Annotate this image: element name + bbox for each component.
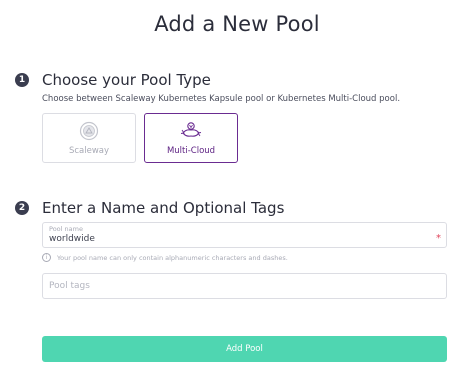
step-title: Enter a Name and Optional Tags bbox=[42, 199, 285, 217]
scaleway-icon bbox=[78, 120, 100, 142]
step-1-header: 1 Choose your Pool Type bbox=[15, 71, 211, 89]
option-label: Scaleway bbox=[68, 146, 110, 156]
option-label: Multi-Cloud bbox=[166, 146, 216, 156]
multi-cloud-icon bbox=[180, 120, 202, 142]
pool-tags-field[interactable] bbox=[42, 273, 447, 299]
pool-name-field[interactable]: Pool name * bbox=[42, 222, 447, 248]
step-title: Choose your Pool Type bbox=[42, 71, 211, 89]
step-number-badge: 2 bbox=[15, 201, 29, 215]
step-number-badge: 1 bbox=[15, 73, 29, 87]
add-pool-button[interactable]: Add Pool bbox=[42, 336, 447, 362]
pool-type-option-scaleway[interactable]: Scaleway bbox=[42, 113, 136, 163]
required-marker: * bbox=[436, 233, 441, 244]
pool-type-option-multi-cloud[interactable]: Multi-Cloud bbox=[144, 113, 238, 163]
pool-name-label: Pool name bbox=[49, 225, 83, 233]
pool-tags-input[interactable] bbox=[49, 281, 439, 291]
step-1-description: Choose between Scaleway Kubernetes Kapsu… bbox=[42, 94, 401, 104]
hint-text: Your pool name can only contain alphanum… bbox=[57, 253, 288, 262]
page-title: Add a New Pool bbox=[154, 12, 320, 36]
pool-type-options: Scaleway Multi-Cloud bbox=[42, 113, 238, 163]
info-icon: i bbox=[42, 253, 51, 262]
pool-name-hint: i Your pool name can only contain alphan… bbox=[42, 253, 288, 262]
add-pool-page: Add a New Pool 1 Choose your Pool Type C… bbox=[0, 0, 474, 375]
step-2-header: 2 Enter a Name and Optional Tags bbox=[15, 199, 284, 217]
pool-name-input[interactable] bbox=[49, 234, 429, 244]
